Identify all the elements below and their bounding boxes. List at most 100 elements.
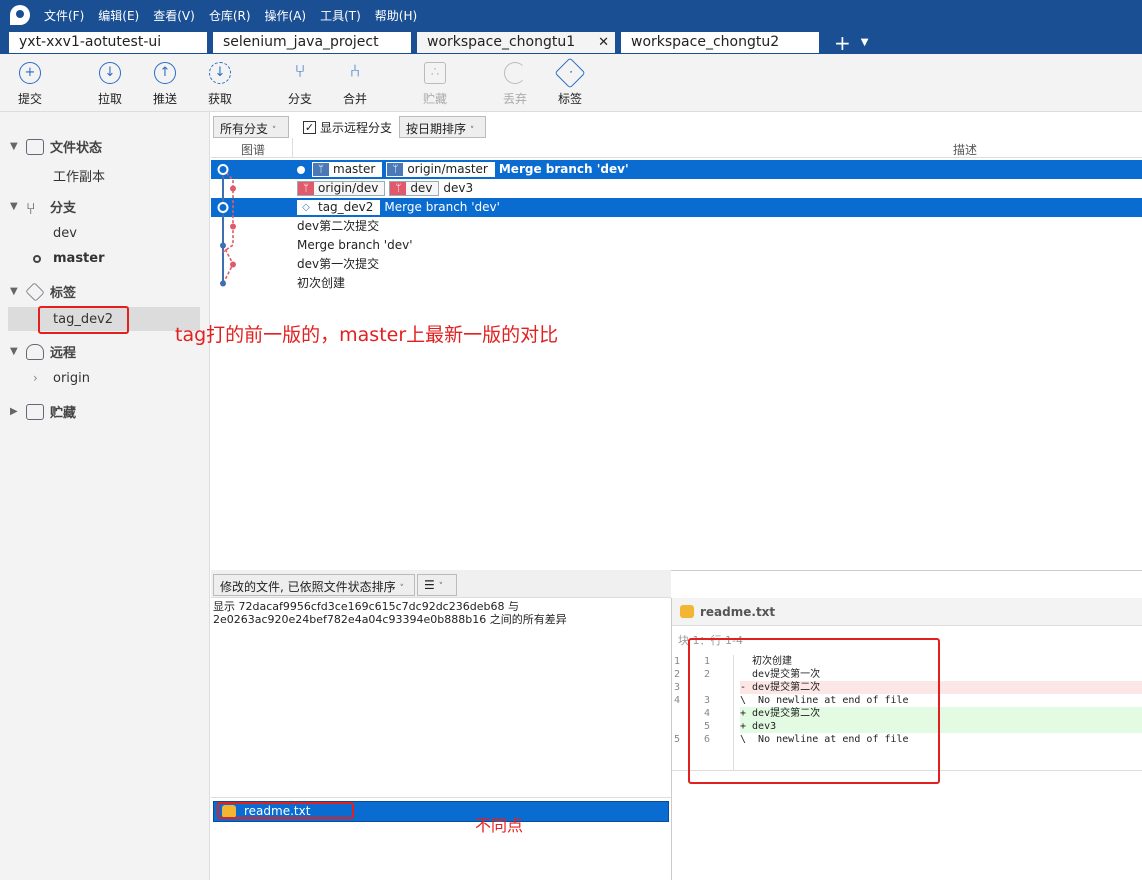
branch-icon: ᛘ <box>390 182 407 195</box>
tab-label: selenium_java_project <box>223 34 379 50</box>
stash-icon: ∴ <box>424 62 446 84</box>
button-label: 丢弃 <box>502 92 527 106</box>
tab-repo-1[interactable]: yxt-xxv1-aotutest-ui <box>8 31 208 54</box>
sidebar-file-status[interactable]: ▼ 文件状态 <box>10 137 102 156</box>
tab-label: yxt-xxv1-aotutest-ui <box>19 34 162 50</box>
commit-row[interactable]: dev第一次提交 <box>211 255 1142 274</box>
discard-button[interactable]: 丢弃 <box>490 62 540 107</box>
repo-tabs: yxt-xxv1-aotutest-ui selenium_java_proje… <box>0 30 1142 54</box>
commit-message: 初次创建 <box>297 276 346 290</box>
arrow-down-circle-icon: ↓ <box>99 62 121 84</box>
branch-label: ᛘ origin/dev <box>297 181 386 196</box>
menu-edit[interactable]: 编辑(E) <box>98 7 139 24</box>
tag-icon: · <box>554 57 586 89</box>
section-label: 文件状态 <box>50 141 103 156</box>
cloud-icon <box>26 343 44 360</box>
sidebar-remotes[interactable]: ▼ 远程 <box>10 342 76 361</box>
commit-button[interactable]: + 提交 <box>5 62 55 107</box>
branch-button[interactable]: ⑂ 分支 <box>275 62 325 107</box>
column-divider <box>292 138 293 158</box>
fetch-icon: ↓ <box>209 62 231 84</box>
tag-icon <box>25 281 45 302</box>
show-remote-checkbox[interactable]: ✓ 显示远程分支 <box>303 119 392 136</box>
button-label: 推送 <box>152 92 177 106</box>
commit-message: Merge branch 'dev' <box>297 238 413 252</box>
tab-repo-4[interactable]: workspace_chongtu2 <box>620 31 820 54</box>
annotation-box <box>217 802 354 819</box>
sidebar-item-working-copy[interactable]: 工作副本 <box>53 166 105 185</box>
sidebar-item-origin[interactable]: origin <box>53 371 90 386</box>
view-mode-dropdown[interactable]: ☰ ˅ <box>417 574 457 596</box>
push-button[interactable]: ↑ 推送 <box>140 62 190 107</box>
label-text: origin/dev <box>318 181 379 195</box>
commit-message: dev第一次提交 <box>297 257 380 271</box>
app-logo-icon <box>10 5 30 25</box>
chevron-down-icon: ˅ <box>271 126 277 136</box>
arrow-up-circle-icon: ↑ <box>154 62 176 84</box>
commit-row[interactable]: ◇ tag_dev2 Merge branch 'dev' <box>211 198 1142 217</box>
menu-action[interactable]: 操作(A) <box>265 7 307 24</box>
tag-button[interactable]: · 标签 <box>545 57 595 107</box>
close-icon[interactable]: ✕ <box>598 35 609 50</box>
annotation-box <box>38 306 129 334</box>
button-label: 获取 <box>207 92 232 106</box>
dropdown-value: 所有分支 <box>220 122 269 136</box>
tag-icon: ◇ <box>298 201 314 214</box>
sidebar-tags[interactable]: ▼ 标签 <box>10 281 77 302</box>
label-text: dev <box>410 181 433 195</box>
new-tab-icon[interactable]: + <box>834 32 851 54</box>
pull-button[interactable]: ↓ 拉取 <box>85 62 135 107</box>
branch-filter-dropdown[interactable]: 所有分支 ˅ <box>213 116 289 138</box>
sidebar-branches[interactable]: ▼ ⑂ 分支 <box>10 197 76 218</box>
sidebar-item-master[interactable]: master <box>53 251 105 266</box>
column-graph[interactable]: 图谱 <box>241 141 265 158</box>
commit-message: Merge branch 'dev' <box>498 162 629 176</box>
menu-repo[interactable]: 仓库(R) <box>209 7 251 24</box>
commit-row[interactable]: 初次创建 <box>211 274 1142 293</box>
commit-row[interactable]: ᛘ origin/dev ᛘ dev dev3 <box>211 179 1142 198</box>
section-label: 标签 <box>50 286 77 301</box>
branch-label: ᛘ dev <box>389 181 440 196</box>
commit-node <box>220 280 226 287</box>
old-line-number: 3 <box>674 682 681 693</box>
commit-node <box>230 185 236 192</box>
menu-file[interactable]: 文件(F) <box>44 7 84 24</box>
graph-header: 图谱 描述 <box>211 138 1142 158</box>
tab-repo-2[interactable]: selenium_java_project <box>212 31 412 54</box>
button-label: 合并 <box>342 92 367 106</box>
chevron-right-icon[interactable]: › <box>33 371 38 385</box>
sort-dropdown[interactable]: 按日期排序 ˅ <box>399 116 486 138</box>
chevron-down-icon: ▼ <box>10 141 18 152</box>
column-description[interactable]: 描述 <box>953 141 977 158</box>
checkbox-checked-icon: ✓ <box>303 121 316 134</box>
chevron-down-icon: ˅ <box>469 126 475 136</box>
commit-row[interactable]: ᛘ master ᛘ origin/master Merge branch 'dev' <box>211 160 1142 179</box>
menu-tools[interactable]: 工具(T) <box>320 7 361 24</box>
merge-button[interactable]: ⑃ 合并 <box>330 62 380 107</box>
tab-repo-3[interactable]: workspace_chongtu1 ✕ <box>416 31 616 54</box>
sidebar-stash[interactable]: ▶ 贮藏 <box>10 402 76 421</box>
sidebar <box>0 112 210 880</box>
fetch-button[interactable]: ↓ 获取 <box>195 62 245 107</box>
tab-label: workspace_chongtu2 <box>631 34 780 50</box>
menu-view[interactable]: 查看(V) <box>153 7 195 24</box>
branch-icon: ⑂ <box>294 61 306 82</box>
branch-icon: ᛘ <box>298 182 314 195</box>
label-text: tag_dev2 <box>318 200 374 214</box>
diff-info-line: 显示 72dacaf9956cfd3ce169c615c7dc92dc236de… <box>213 600 519 613</box>
commit-node <box>230 261 236 268</box>
menu-help[interactable]: 帮助(H) <box>375 7 417 24</box>
diff-info: 显示 72dacaf9956cfd3ce169c615c7dc92dc236de… <box>213 600 567 626</box>
chevron-down-icon[interactable]: ▼ <box>861 32 869 54</box>
button-label: 标签 <box>557 92 582 106</box>
sidebar-item-dev[interactable]: dev <box>53 226 77 241</box>
commit-row[interactable]: Merge branch 'dev' <box>211 236 1142 255</box>
stash-button[interactable]: ∴ 贮藏 <box>410 62 460 107</box>
dropdown-value: 按日期排序 <box>406 122 467 136</box>
chevron-down-icon: ▼ <box>10 346 18 357</box>
diff-info-line: 2e0263ac920e24bef782e4a04c93394e0b888b16… <box>213 613 567 626</box>
modified-file-icon <box>680 605 694 618</box>
commit-row[interactable]: dev第二次提交 <box>211 217 1142 236</box>
chevron-down-icon: ▼ <box>10 286 18 297</box>
file-sort-dropdown[interactable]: 修改的文件, 已依照文件状态排序 ˅ <box>213 574 415 596</box>
